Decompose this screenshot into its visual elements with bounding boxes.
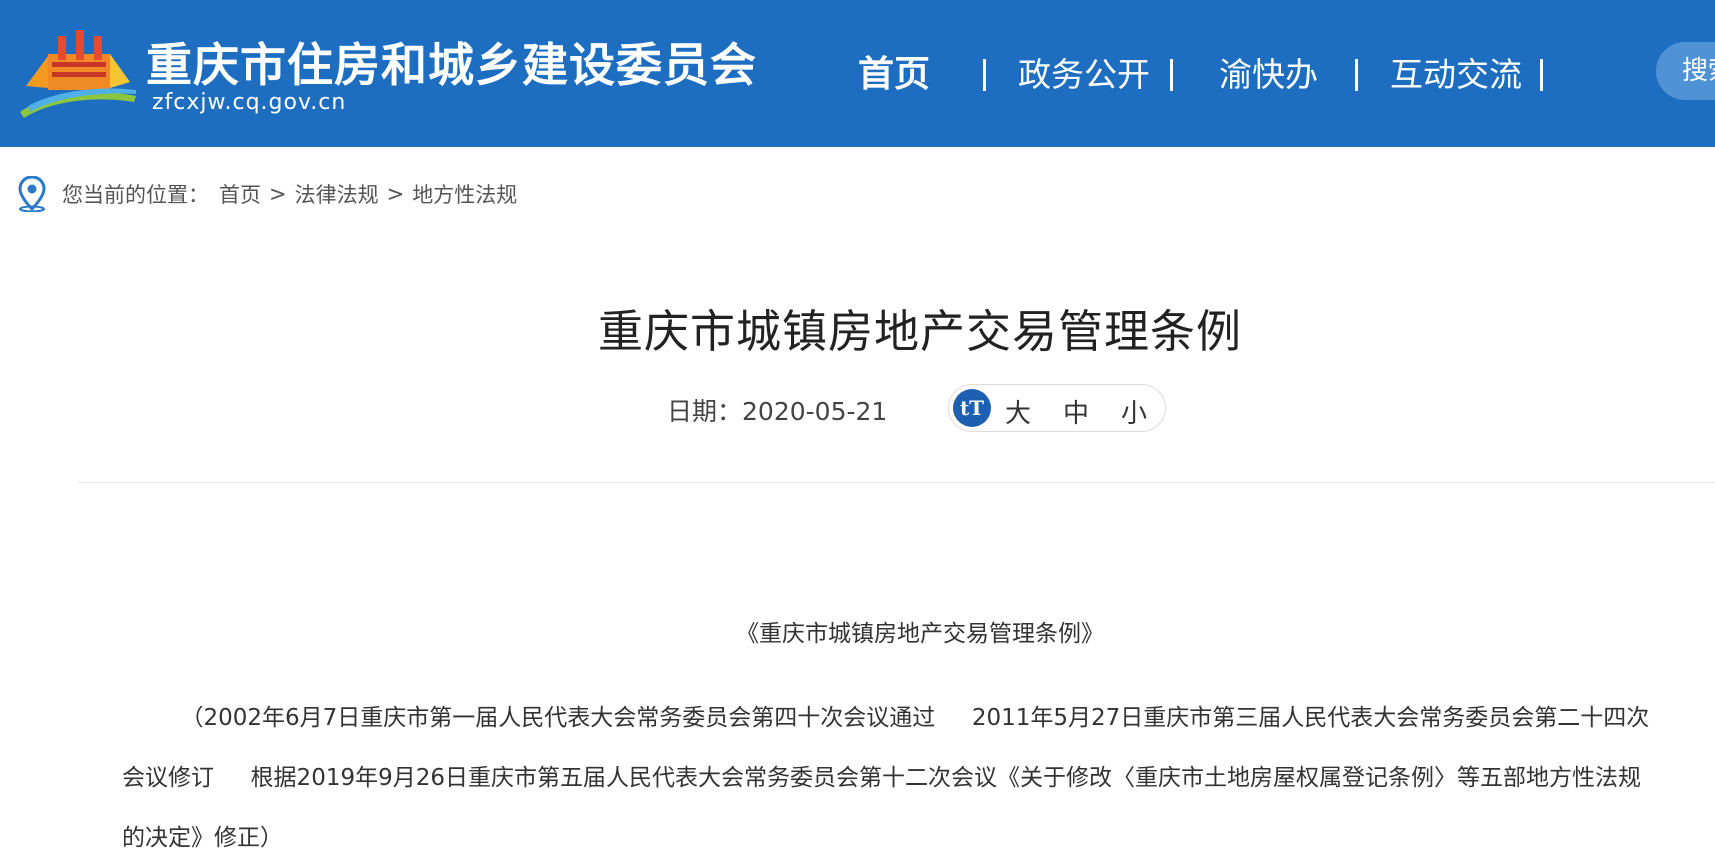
breadcrumb-local-regulations[interactable]: 地方性法规 (412, 179, 517, 209)
intro-paragraph: （2002年6月7日重庆市第一届人民代表大会常务委员会第四十次会议通过 2011… (122, 688, 1702, 868)
paragraph-line: （2002年6月7日重庆市第一届人民代表大会常务委员会第四十次会议通过 2011… (122, 705, 1650, 731)
location-pin-icon (18, 176, 46, 212)
nav-separator (983, 59, 986, 91)
content-divider (78, 482, 1715, 483)
site-domain: zfcxjw.cq.gov.cn (152, 90, 347, 115)
paragraph-line: 会议修订 根据2019年9月26日重庆市第五届人民代表大会常务委员会第十二次会议… (122, 765, 1641, 791)
breadcrumb-home[interactable]: 首页 (219, 179, 261, 209)
city-logo-icon[interactable] (18, 26, 140, 118)
nav-government-affairs[interactable]: 政务公开 (1018, 50, 1150, 100)
font-size-small-button[interactable]: 小 (1121, 393, 1147, 430)
paragraph-line: 的决定》修正） (122, 825, 283, 851)
article-date: 日期：2020-05-21 (667, 392, 887, 428)
font-size-medium-button[interactable]: 中 (1063, 393, 1089, 430)
date-label: 日期： (667, 397, 743, 426)
nav-separator (1355, 59, 1358, 91)
nav-yukuaiban[interactable]: 渝快办 (1219, 50, 1318, 100)
nav-separator (1170, 59, 1173, 91)
breadcrumb-separator: > (269, 182, 287, 206)
breadcrumb-laws[interactable]: 法律法规 (295, 179, 379, 209)
font-size-large-button[interactable]: 大 (1005, 393, 1031, 430)
nav-home[interactable]: 首页 (858, 50, 930, 100)
breadcrumb-prefix: 您当前的位置： (62, 183, 209, 207)
breadcrumb-separator: > (386, 182, 405, 206)
site-title[interactable]: 重庆市住房和城乡建设委员会 (146, 36, 757, 94)
font-size-selector: tT 大 中 小 (948, 384, 1166, 432)
nav-separator (1540, 59, 1543, 91)
font-size-icon: tT (953, 389, 991, 427)
document-heading: 《重庆市城镇房地产交易管理条例》 (736, 621, 1104, 647)
search-button[interactable]: 搜索 (1656, 42, 1715, 100)
date-value: 2020-05-21 (742, 397, 888, 426)
nav-interaction[interactable]: 互动交流 (1390, 50, 1522, 100)
breadcrumb: 您当前的位置： 首页 > 法律法规 > 地方性法规 (18, 176, 517, 212)
article-title: 重庆市城镇房地产交易管理条例 (597, 305, 1242, 358)
site-header: 重庆市住房和城乡建设委员会 zfcxjw.cq.gov.cn 首页 政务公开 渝… (0, 0, 1715, 147)
